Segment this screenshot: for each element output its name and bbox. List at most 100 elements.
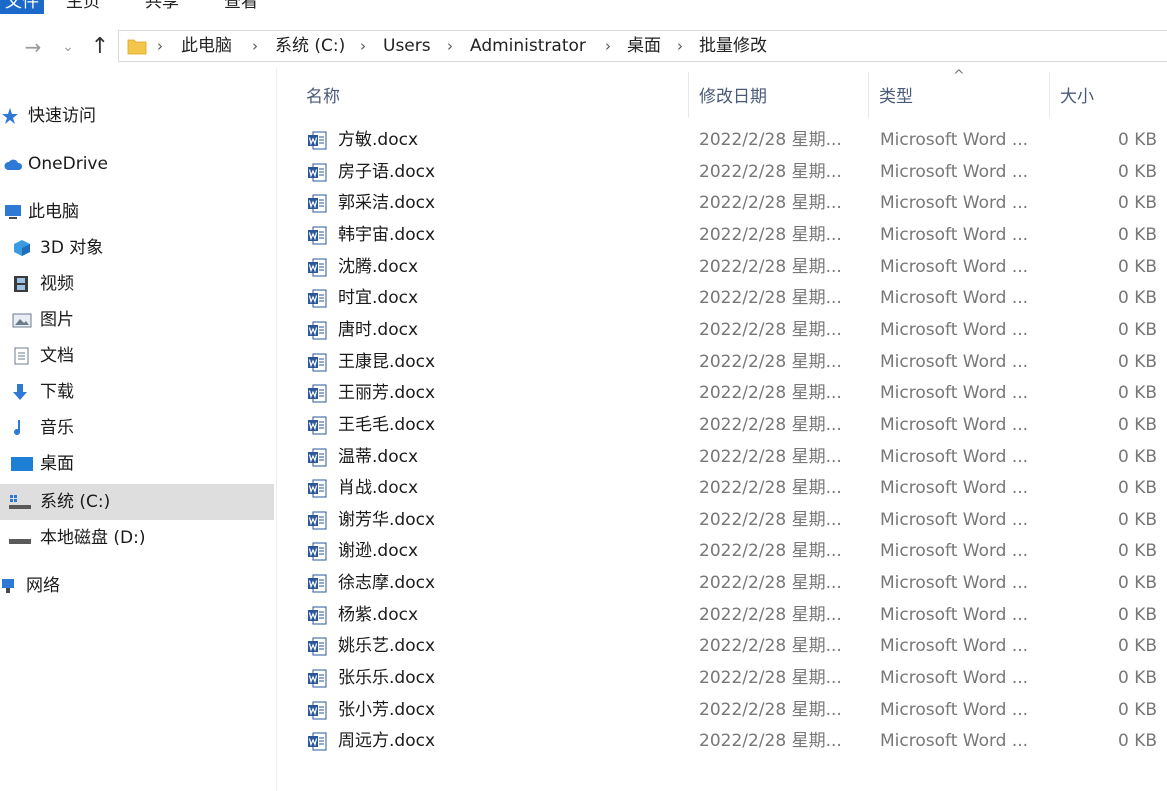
- breadcrumb-desktop[interactable]: 桌面: [627, 31, 661, 61]
- column-divider[interactable]: [688, 72, 689, 118]
- file-name[interactable]: 方敏.docx: [338, 125, 418, 156]
- nav-item-pictures[interactable]: 图片: [0, 302, 274, 338]
- file-modified-date: 2022/2/28 星期...: [699, 668, 842, 689]
- file-name[interactable]: 温蒂.docx: [338, 442, 418, 473]
- file-name[interactable]: 王丽芳.docx: [338, 378, 435, 409]
- column-header-name[interactable]: 名称: [306, 80, 340, 114]
- breadcrumb-users[interactable]: Users: [383, 31, 431, 61]
- ribbon-tab-view[interactable]: 查看: [224, 0, 258, 14]
- pane-divider[interactable]: [276, 68, 277, 791]
- word-document-icon: [308, 131, 327, 150]
- file-name[interactable]: 房子语.docx: [338, 157, 435, 188]
- file-row[interactable]: 周远方.docx 2022/2/28 星期... Microsoft Word ..…: [300, 726, 1167, 757]
- file-row[interactable]: 房子语.docx 2022/2/28 星期... Microsoft Word ..…: [300, 157, 1167, 188]
- breadcrumb-this-pc[interactable]: 此电脑: [181, 31, 232, 61]
- file-name[interactable]: 张小芳.docx: [338, 695, 435, 726]
- file-name[interactable]: 王康昆.docx: [338, 347, 435, 378]
- file-modified-date: 2022/2/28 星期...: [699, 161, 842, 182]
- column-header-date[interactable]: 修改日期: [699, 80, 767, 114]
- column-divider[interactable]: [1049, 72, 1050, 118]
- file-name[interactable]: 时宜.docx: [338, 283, 418, 314]
- computer-icon: [5, 205, 21, 219]
- file-row[interactable]: 张乐乐.docx 2022/2/28 星期... Microsoft Word ..…: [300, 663, 1167, 694]
- file-modified-date: 2022/2/28 星期...: [699, 414, 842, 435]
- file-type: Microsoft Word ...: [880, 383, 1029, 404]
- picture-icon: [12, 313, 32, 328]
- file-row[interactable]: 杨紫.docx 2022/2/28 星期... Microsoft Word ...…: [300, 600, 1167, 631]
- nav-item-music[interactable]: 音乐: [0, 410, 274, 446]
- back-button[interactable]: →: [22, 34, 44, 60]
- column-divider[interactable]: [868, 72, 869, 118]
- nav-item-label: 下载: [40, 382, 74, 402]
- file-row[interactable]: 王丽芳.docx 2022/2/28 星期... Microsoft Word ..…: [300, 378, 1167, 409]
- file-row[interactable]: 温蒂.docx 2022/2/28 星期... Microsoft Word ...…: [300, 442, 1167, 473]
- breadcrumb-administrator[interactable]: Administrator: [470, 31, 586, 61]
- breadcrumb-system-c[interactable]: 系统 (C:): [275, 31, 345, 61]
- ribbon-tab-home[interactable]: 主页: [66, 0, 100, 14]
- file-row[interactable]: 沈腾.docx 2022/2/28 星期... Microsoft Word ...…: [300, 252, 1167, 283]
- file-modified-date: 2022/2/28 星期...: [699, 256, 842, 277]
- file-type: Microsoft Word ...: [880, 636, 1029, 657]
- star-icon: [2, 108, 18, 124]
- nav-item-documents[interactable]: 文档: [0, 338, 274, 374]
- file-name[interactable]: 王毛毛.docx: [338, 410, 435, 441]
- file-size: 0 KB: [1117, 699, 1157, 720]
- file-row[interactable]: 唐时.docx 2022/2/28 星期... Microsoft Word ...…: [300, 315, 1167, 346]
- file-row[interactable]: 方敏.docx 2022/2/28 星期... Microsoft Word ...…: [300, 125, 1167, 156]
- folder-icon: [127, 39, 147, 55]
- music-icon: [14, 420, 21, 436]
- file-row[interactable]: 谢芳华.docx 2022/2/28 星期... Microsoft Word ..…: [300, 505, 1167, 536]
- ribbon-file-tab[interactable]: 文件: [0, 0, 44, 14]
- file-row[interactable]: 时宜.docx 2022/2/28 星期... Microsoft Word ...…: [300, 283, 1167, 314]
- file-row[interactable]: 张小芳.docx 2022/2/28 星期... Microsoft Word ..…: [300, 695, 1167, 726]
- up-button[interactable]: ↑: [88, 34, 112, 60]
- recent-locations-button[interactable]: ⌄: [58, 34, 78, 60]
- file-type: Microsoft Word ...: [880, 731, 1029, 752]
- navigation-pane: 快速访问 OneDrive 此电脑 3D 对象 视频 图片 文档 下载 音乐 桌…: [0, 80, 275, 791]
- nav-item-label: 本地磁盘 (D:): [40, 528, 146, 548]
- file-name[interactable]: 张乐乐.docx: [338, 663, 435, 694]
- file-row[interactable]: 王康昆.docx 2022/2/28 星期... Microsoft Word ..…: [300, 347, 1167, 378]
- file-name[interactable]: 郭采洁.docx: [338, 188, 435, 219]
- file-row[interactable]: 郭采洁.docx 2022/2/28 星期... Microsoft Word ..…: [300, 188, 1167, 219]
- file-name[interactable]: 沈腾.docx: [338, 252, 418, 283]
- column-header-type[interactable]: 类型: [879, 80, 913, 114]
- file-name[interactable]: 谢逊.docx: [338, 536, 418, 567]
- file-name[interactable]: 徐志摩.docx: [338, 568, 435, 599]
- column-header-size[interactable]: 大小: [1060, 80, 1094, 114]
- file-name[interactable]: 肖战.docx: [338, 473, 418, 504]
- address-row: → ⌄ ↑ › 此电脑 › 系统 (C:) › Users › Administ…: [0, 28, 1167, 66]
- file-name[interactable]: 谢芳华.docx: [338, 505, 435, 536]
- file-modified-date: 2022/2/28 星期...: [699, 478, 842, 499]
- breadcrumb-separator: ›: [157, 37, 163, 55]
- ribbon-tab-share[interactable]: 共享: [145, 0, 179, 14]
- nav-item-downloads[interactable]: 下载: [0, 374, 274, 410]
- file-modified-date: 2022/2/28 星期...: [699, 699, 842, 720]
- nav-item-3d-objects[interactable]: 3D 对象: [0, 230, 274, 266]
- file-name[interactable]: 姚乐艺.docx: [338, 631, 435, 662]
- file-row[interactable]: 韩宇宙.docx 2022/2/28 星期... Microsoft Word ..…: [300, 220, 1167, 251]
- file-name[interactable]: 韩宇宙.docx: [338, 220, 435, 251]
- file-name[interactable]: 杨紫.docx: [338, 600, 418, 631]
- address-bar[interactable]: › 此电脑 › 系统 (C:) › Users › Administrator …: [118, 30, 1167, 62]
- nav-item-onedrive[interactable]: OneDrive: [0, 146, 274, 182]
- file-row[interactable]: 徐志摩.docx 2022/2/28 星期... Microsoft Word ..…: [300, 568, 1167, 599]
- breadcrumb-batch-modify[interactable]: 批量修改: [699, 31, 767, 61]
- nav-item-local-disk-d[interactable]: 本地磁盘 (D:): [0, 520, 274, 556]
- nav-item-system-c[interactable]: 系统 (C:): [0, 484, 274, 520]
- word-document-icon: [308, 163, 327, 182]
- nav-item-label: 视频: [40, 274, 74, 294]
- file-name[interactable]: 唐时.docx: [338, 315, 418, 346]
- nav-item-quick-access[interactable]: 快速访问: [0, 98, 274, 134]
- file-row[interactable]: 王毛毛.docx 2022/2/28 星期... Microsoft Word ..…: [300, 410, 1167, 441]
- nav-item-this-pc[interactable]: 此电脑: [0, 194, 274, 230]
- nav-item-network[interactable]: 网络: [0, 568, 274, 604]
- file-size: 0 KB: [1117, 446, 1157, 467]
- file-name[interactable]: 周远方.docx: [338, 726, 435, 757]
- file-row[interactable]: 姚乐艺.docx 2022/2/28 星期... Microsoft Word ..…: [300, 631, 1167, 662]
- file-type: Microsoft Word ...: [880, 256, 1029, 277]
- file-row[interactable]: 谢逊.docx 2022/2/28 星期... Microsoft Word ...…: [300, 536, 1167, 567]
- file-row[interactable]: 肖战.docx 2022/2/28 星期... Microsoft Word ...…: [300, 473, 1167, 504]
- nav-item-videos[interactable]: 视频: [0, 266, 274, 302]
- nav-item-desktop[interactable]: 桌面: [0, 446, 274, 482]
